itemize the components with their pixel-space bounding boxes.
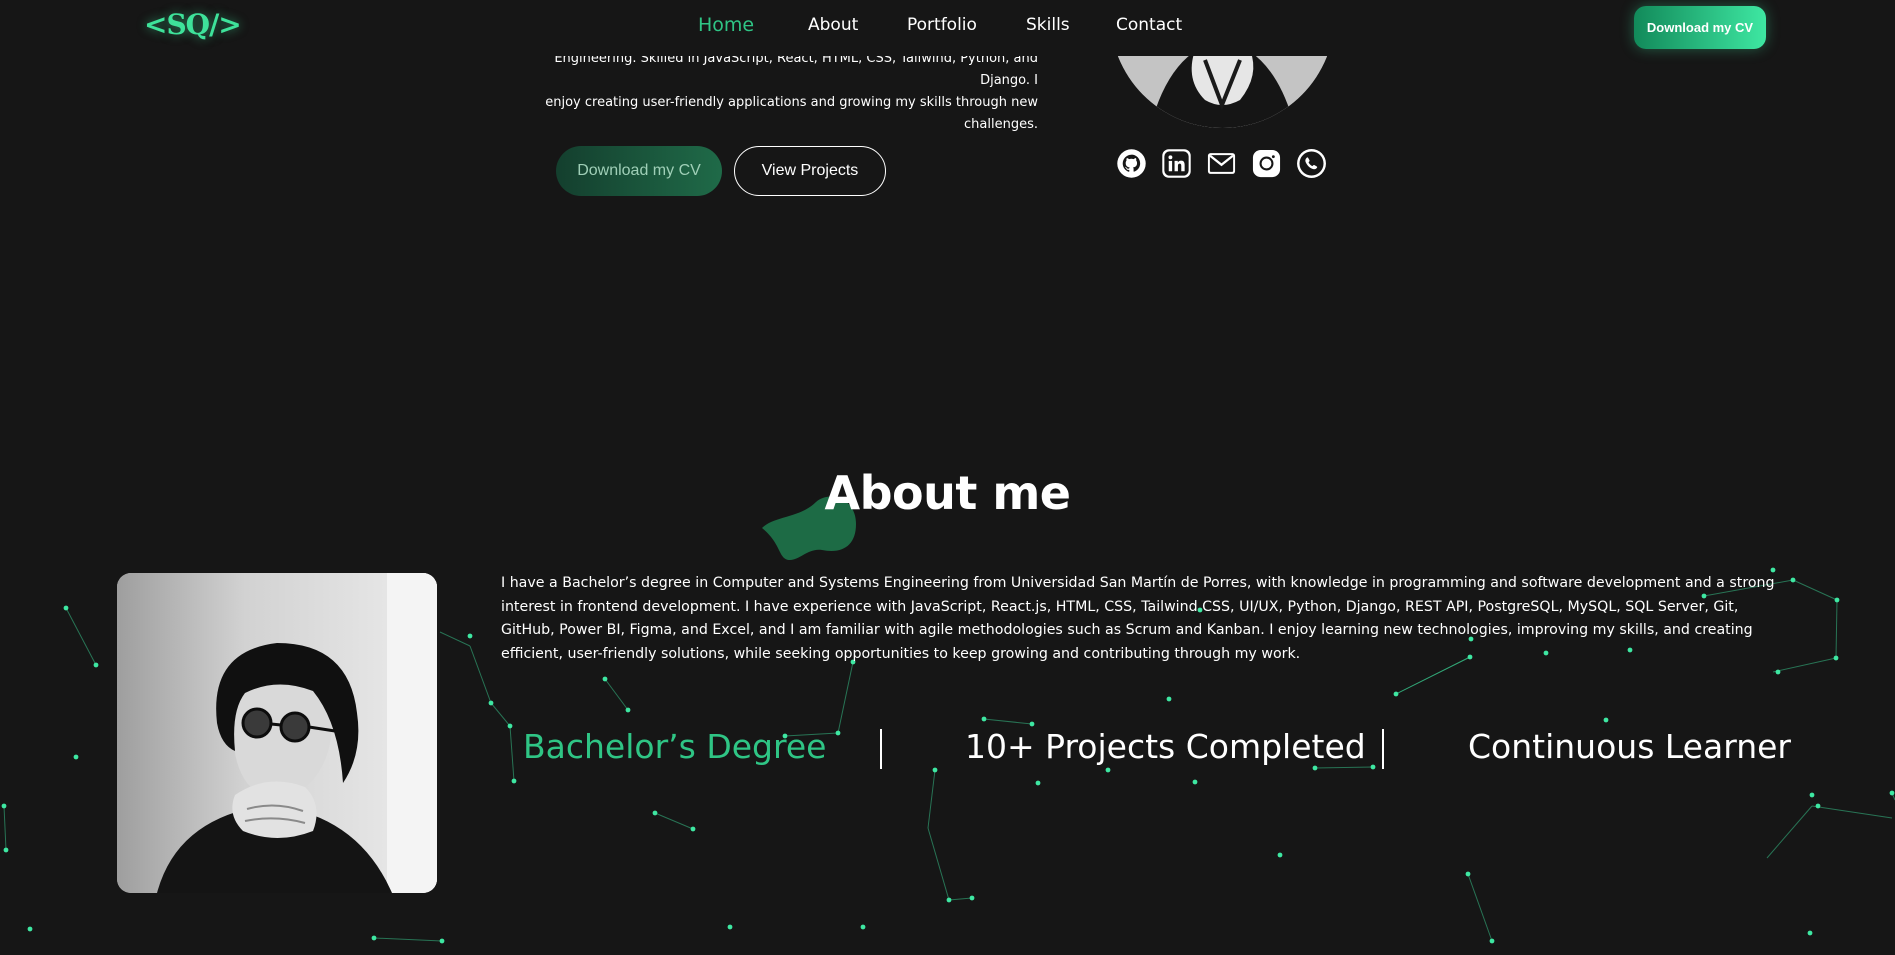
nav-link-contact[interactable]: Contact — [1116, 15, 1182, 35]
particle-dot — [1105, 767, 1111, 773]
particle-dot — [63, 605, 69, 611]
particle-dot — [1166, 696, 1172, 702]
particle-dot — [73, 754, 79, 760]
stat-bachelors-degree: Bachelor’s Degree — [523, 727, 827, 766]
particle-dot — [439, 938, 445, 944]
particle-dot — [690, 826, 696, 832]
particle-dot — [1809, 792, 1815, 798]
particle-link — [654, 812, 694, 830]
particle-dot — [1603, 717, 1609, 723]
particle-link — [927, 769, 936, 829]
particle-link — [439, 631, 471, 647]
hero-download-cv-button[interactable]: Download my CV — [556, 146, 722, 196]
particle-dot — [860, 924, 866, 930]
view-projects-button[interactable]: View Projects — [734, 146, 886, 196]
particle-dot — [1277, 852, 1283, 858]
particle-dot — [1393, 691, 1399, 697]
particle-dot — [981, 716, 987, 722]
about-section-title: About me — [824, 466, 1071, 520]
stat-divider — [1382, 729, 1384, 769]
stat-divider — [880, 729, 882, 769]
particle-dot — [371, 935, 377, 941]
particle-dot — [932, 767, 938, 773]
linkedin-icon[interactable] — [1161, 148, 1192, 179]
mail-icon[interactable] — [1206, 148, 1237, 179]
site-logo[interactable]: <SQ/> — [144, 8, 242, 41]
particle-link — [1467, 873, 1493, 942]
particle-link — [1766, 805, 1813, 859]
nav-download-cv-button[interactable]: Download my CV — [1634, 6, 1766, 49]
particle-link — [948, 897, 973, 901]
particle-dot — [488, 700, 494, 706]
hero-intro-text: Engineering. Skilled in JavaScript, Reac… — [540, 48, 1038, 136]
hero-intro-line: enjoy creating user-friendly application… — [545, 95, 1038, 110]
particle-dot — [1834, 597, 1840, 603]
particle-link — [983, 718, 1033, 725]
about-profile-photo — [117, 573, 437, 893]
particle-dot — [3, 847, 9, 853]
page: Engineering. Skilled in JavaScript, Reac… — [0, 0, 1895, 955]
whatsapp-icon[interactable] — [1296, 148, 1327, 179]
hero-intro-line: challenges. — [964, 117, 1038, 132]
particle-dot — [1807, 930, 1813, 936]
particle-dot — [652, 810, 658, 816]
particle-dot — [511, 778, 517, 784]
particle-dot — [946, 897, 952, 903]
particle-dot — [1, 803, 7, 809]
particle-dot — [1889, 790, 1895, 796]
particle-link — [469, 645, 492, 704]
particle-dot — [1035, 780, 1041, 786]
particle-link — [927, 827, 950, 901]
particle-dot — [625, 707, 631, 713]
particle-dot — [1489, 938, 1495, 944]
particle-link — [509, 725, 515, 782]
particle-link — [373, 937, 443, 942]
particle-dot — [602, 676, 608, 682]
particle-dot — [507, 723, 513, 729]
particle-link — [837, 661, 854, 734]
particle-dot — [467, 633, 473, 639]
particle-dot — [1833, 655, 1839, 661]
particle-dot — [1775, 669, 1781, 675]
particle-link — [65, 607, 97, 666]
particle-dot — [93, 662, 99, 668]
nav-link-portfolio[interactable]: Portfolio — [907, 15, 977, 35]
particle-dot — [1815, 803, 1821, 809]
particle-dot — [969, 895, 975, 901]
navbar: <SQ/> Home About Portfolio Skills Contac… — [0, 0, 1895, 56]
nav-link-skills[interactable]: Skills — [1026, 15, 1070, 35]
particle-dot — [1192, 779, 1198, 785]
nav-link-about[interactable]: About — [808, 15, 858, 35]
particle-link — [604, 678, 629, 711]
instagram-icon[interactable] — [1251, 148, 1282, 179]
particle-dot — [1312, 765, 1318, 771]
stat-continuous-learner: Continuous Learner — [1468, 727, 1791, 766]
about-paragraph: I have a Bachelor’s degree in Computer a… — [501, 575, 1775, 662]
particle-dot — [1790, 577, 1796, 583]
particle-link — [1792, 579, 1838, 601]
particle-dot — [835, 730, 841, 736]
particle-dot — [1370, 764, 1376, 770]
github-icon[interactable] — [1116, 148, 1147, 179]
particle-dot — [1465, 871, 1471, 877]
particle-link — [3, 805, 7, 851]
particle-link — [490, 702, 511, 727]
stat-projects-completed: 10+ Projects Completed — [965, 727, 1366, 766]
particle-dot — [1029, 721, 1035, 727]
particle-link — [1835, 599, 1838, 659]
nav-link-home[interactable]: Home — [698, 14, 754, 36]
social-links — [1116, 148, 1327, 179]
particle-link — [1811, 805, 1893, 819]
particle-link — [1314, 766, 1374, 769]
particle-dot — [727, 924, 733, 930]
particle-dot — [27, 926, 33, 932]
